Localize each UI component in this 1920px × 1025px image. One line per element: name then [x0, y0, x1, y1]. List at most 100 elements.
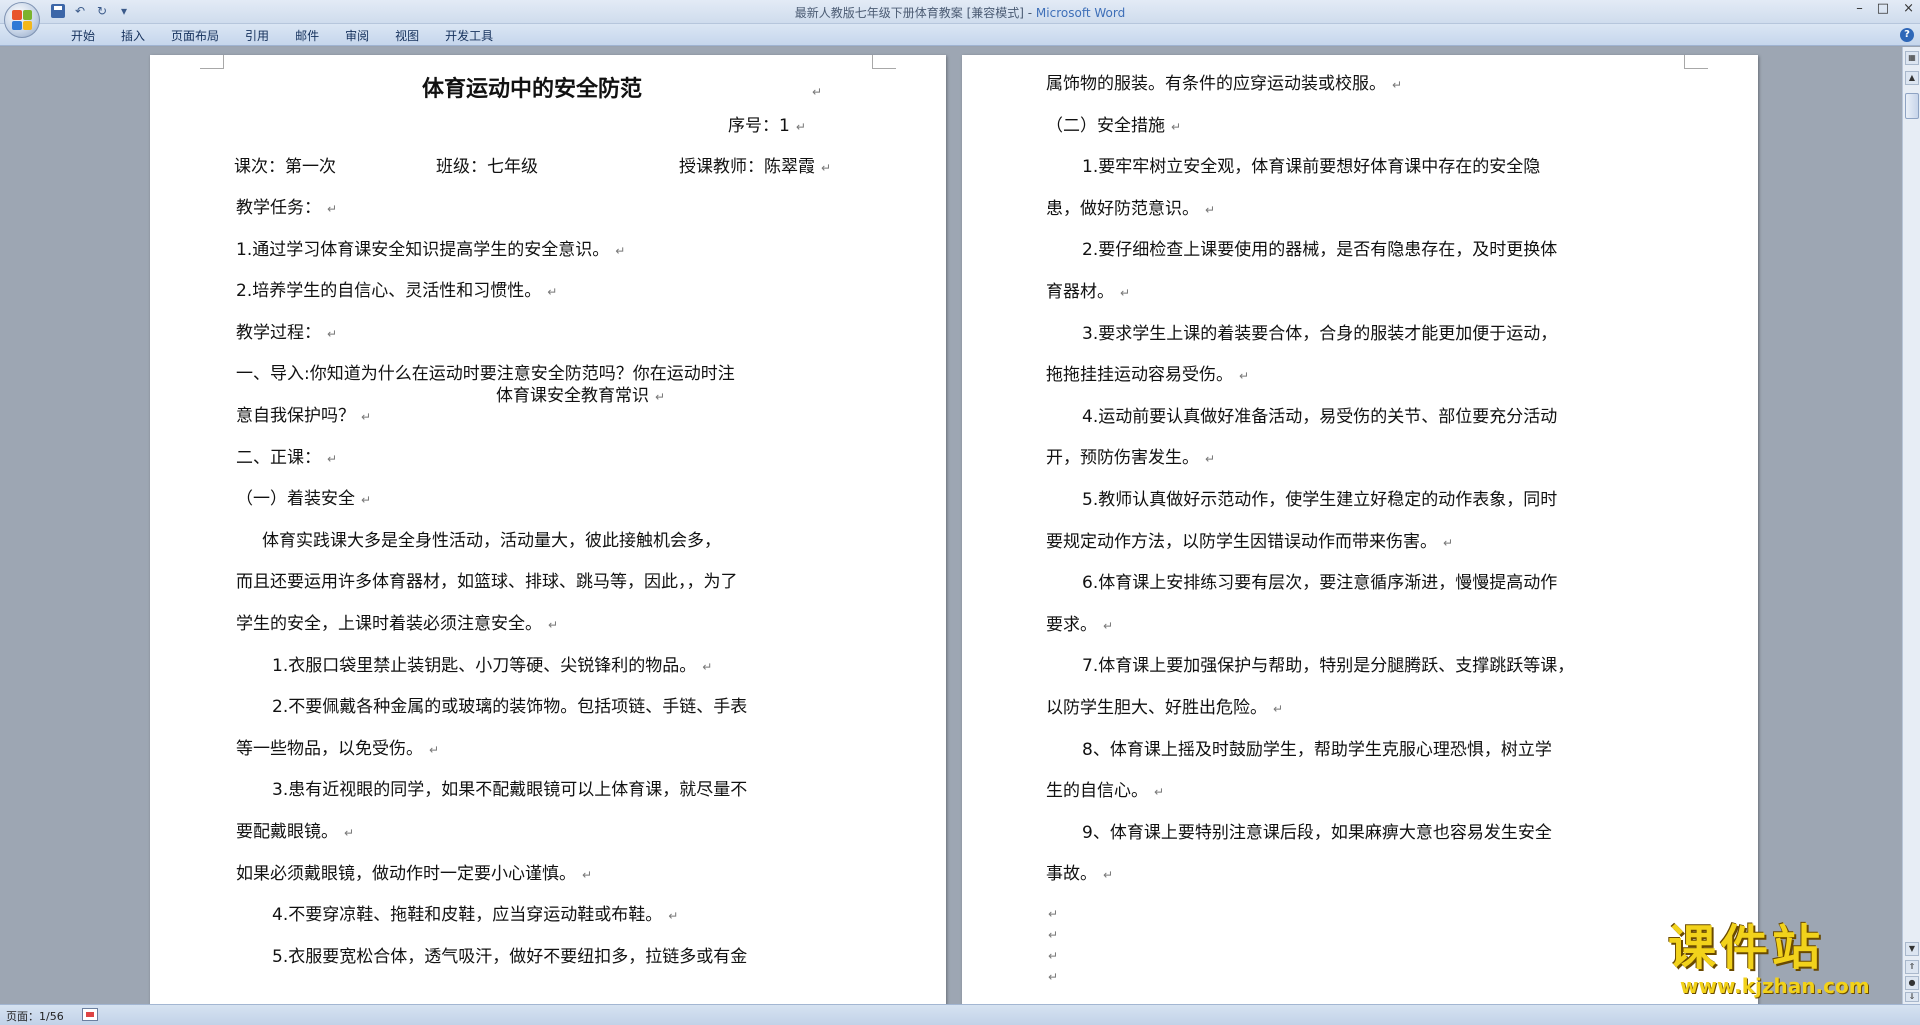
text-line-content: 5.教师认真做好示范动作，使学生建立好稳定的动作表象，同时 — [1082, 490, 1558, 510]
text-line-content: 要规定动作方法，以防学生因错误动作而带来伤害。 — [1046, 531, 1437, 552]
text-line-content: 1.通过学习体育课安全知识提高学生的安全意识。 — [236, 239, 610, 260]
page-right[interactable]: 属饰物的服装。有条件的应穿运动装或校服。 ↵ （二）安全措施 ↵ 1.要牢牢树立安全观，… — [962, 55, 1758, 1004]
ribbon-tab[interactable]: 开发工具 — [432, 27, 506, 44]
text-line-content: 如果必须戴眼镜，做动作时一定要小心谨慎。 — [236, 863, 576, 884]
next-page-icon[interactable]: ⇓ — [1905, 992, 1919, 1002]
paragraph-mark: ↵ — [1392, 78, 1403, 92]
paragraph-mark: ↵ — [615, 243, 626, 258]
vertical-scrollbar[interactable]: ▦ ▲ ▼ ⇑ ● ⇓ — [1902, 47, 1920, 1004]
scrollbar-thumb[interactable] — [1905, 93, 1919, 119]
text-line-content: 3.患有近视眼的同学，如果不配戴眼镜可以上体育课，就尽量不 — [272, 780, 748, 801]
text-line-content: 2.要仔细检查上课要使用的器械，是否有隐患存在，及时更换体 — [1082, 240, 1558, 261]
ribbon-tab[interactable]: 审阅 — [332, 27, 382, 44]
ribbon-tab[interactable]: 视图 — [382, 27, 432, 44]
scroll-up-icon[interactable]: ▲ — [1905, 71, 1919, 85]
page-count[interactable]: 页面：1/56 — [6, 1008, 64, 1024]
text-line-content: 6.体育课上安排练习要有层次，要注意循序渐进，慢慢提高动作 — [1082, 573, 1558, 594]
text-line: 3.要求学生上课的着装要合体，合身的服装才能更加便于运动， — [1082, 314, 1557, 356]
text-line-content: 学生的安全，上课时着装必须注意安全。 — [236, 614, 542, 634]
text-line: 4.运动前要认真做好准备活动，易受伤的关节、部位要充分活动 — [1082, 397, 1557, 439]
text-line: （一）着装安全 ↵ — [236, 479, 371, 522]
paragraph-mark: ↵ — [1048, 928, 1059, 942]
text-line: 如果必须戴眼镜，做动作时一定要小心谨慎。 ↵ — [236, 854, 592, 897]
ribbon-tab[interactable]: 页面布局 — [158, 27, 232, 44]
text-line-content: 患，做好防范意识。 — [1046, 198, 1199, 219]
text-line-content: 以防学生胆大、好胜出危险。 — [1046, 698, 1267, 718]
text-line: 3.患有近视眼的同学，如果不配戴眼镜可以上体育课，就尽量不 — [272, 770, 747, 812]
paragraph-mark: ↵ — [344, 826, 355, 840]
ribbon-tab[interactable]: 引用 — [232, 27, 282, 44]
paragraph-mark: ↵ — [821, 161, 832, 175]
text-line: 属饰物的服装。有条件的应穿运动装或校服。 ↵ — [1046, 64, 1402, 107]
text-line-content: （一）着装安全 — [236, 489, 355, 510]
document-area[interactable]: 体育运动中的安全防范 ↵ 序号：1 ↵ 课次：第一次 班级：七年级 授课教师：陈翠… — [0, 47, 1902, 1004]
text-line: 拖拖挂挂运动容易受伤。 ↵ — [1046, 355, 1249, 398]
text-line: 要配戴眼镜。 ↵ — [236, 812, 354, 855]
window-controls: – □ × — [1856, 1, 1914, 16]
margin-corner — [200, 55, 224, 69]
text-line-content: 8、体育课上摇及时鼓励学生，帮助学生克服心理恐惧，树立学 — [1082, 739, 1552, 760]
text-line-content: 属饰物的服装。有条件的应穿运动装或校服。 — [1046, 74, 1386, 94]
browse-object-icon[interactable]: ● — [1905, 976, 1919, 990]
previous-page-icon[interactable]: ⇑ — [1905, 960, 1919, 974]
paragraph-mark: ↵ — [1048, 970, 1059, 984]
paragraph-mark: ↵ — [668, 909, 679, 924]
paragraph-mark: ↵ — [1048, 907, 1059, 921]
maximize-button[interactable]: □ — [1877, 1, 1889, 16]
paragraph-mark: ↵ — [1103, 618, 1114, 633]
class-info-lesson: 课次：第一次 — [234, 147, 336, 189]
text-line: （二）安全措施 ↵ — [1046, 106, 1181, 149]
text-line-content: 2.不要佩戴各种金属的或玻璃的装饰物。包括项链、手链、手表 — [272, 697, 748, 718]
text-line-content: 拖拖挂挂运动容易受伤。 — [1046, 365, 1233, 386]
text-line: 要规定动作方法，以防学生因错误动作而带来伤害。 ↵ — [1046, 522, 1453, 565]
close-button[interactable]: × — [1903, 1, 1914, 16]
text-line: 事故。 ↵ — [1046, 854, 1113, 897]
paragraph-mark: ↵ — [1205, 202, 1216, 217]
text-line: 2.要仔细检查上课要使用的器械，是否有隐患存在，及时更换体 — [1082, 230, 1557, 272]
serial-number: 序号：1 ↵ — [728, 106, 806, 149]
ribbon-tab[interactable]: 插入 — [108, 27, 158, 44]
text-line: 9、体育课上要特别注意课后段，如果麻痹大意也容易发生安全 — [1082, 813, 1552, 855]
text-line-content: 二、正课： — [236, 447, 321, 468]
text-line-content: 4.运动前要认真做好准备活动，易受伤的关节、部位要充分活动 — [1082, 406, 1558, 427]
ribbon-tab[interactable]: 开始 — [58, 27, 108, 44]
text-line: 1.衣服口袋里禁止装钥匙、小刀等硬、尖锐锋利的物品。 ↵ — [272, 646, 712, 689]
margin-corner — [1684, 55, 1708, 69]
text-line-content: 意自我保护吗？ — [236, 406, 355, 426]
section-subtitle-text: 体育课安全教育常识 — [496, 386, 649, 406]
paragraph-mark: ↵ — [327, 451, 338, 466]
document-title: 最新人教版七年级下册体育教案 [兼容模式] - — [794, 6, 1036, 20]
window-title: 最新人教版七年级下册体育教案 [兼容模式] - Microsoft Word — [0, 4, 1920, 21]
text-line-content: 体育实践课大多是全身性活动，活动量大，彼此接触机会多， — [262, 530, 721, 551]
app-name: Microsoft Word — [1035, 6, 1126, 20]
scroll-down-icon[interactable]: ▼ — [1905, 942, 1919, 956]
text-line: 教学过程： ↵ — [236, 313, 337, 356]
text-line-content: 育器材。 — [1046, 282, 1114, 302]
class-text: 班级：七年级 — [436, 157, 538, 177]
text-line: 教学任务： ↵ — [236, 188, 337, 231]
watermark-name: 课件站 — [1668, 920, 1825, 976]
text-line: 而且还要运用许多体育器材，如篮球、排球、跳马等，因此，，为了 — [236, 562, 738, 604]
status-bar: 页面：1/56 — [0, 1004, 1920, 1025]
text-line-content: 3.要求学生上课的着装要合体，合身的服装才能更加便于运动， — [1082, 323, 1558, 344]
paragraph-mark: ↵ — [1273, 702, 1284, 716]
text-line-content: 9、体育课上要特别注意课后段，如果麻痹大意也容易发生安全 — [1082, 822, 1552, 843]
text-line-content: 等一些物品，以免受伤。 — [236, 738, 423, 759]
help-icon[interactable]: ? — [1900, 28, 1914, 42]
text-line: 5.衣服要宽松合体，透气吸汗，做好不要纽扣多，拉链多或有金 — [272, 937, 747, 979]
text-line-content: 7.体育课上要加强保护与帮助，特别是分腿腾跃、支撑跳跃等课， — [1082, 656, 1575, 677]
office-button[interactable] — [4, 2, 40, 38]
paragraph-mark: ↵ — [1239, 369, 1250, 384]
text-line: 二、正课： ↵ — [236, 438, 337, 481]
ruler-toggle-icon[interactable]: ▦ — [1905, 51, 1919, 65]
paragraph-mark: ↵ — [702, 659, 713, 674]
proofing-icon[interactable] — [82, 1008, 98, 1021]
text-line: 体育实践课大多是全身性活动，活动量大，彼此接触机会多， — [262, 521, 721, 563]
page-left[interactable]: 体育运动中的安全防范 ↵ 序号：1 ↵ 课次：第一次 班级：七年级 授课教师：陈翠… — [150, 55, 946, 1004]
paragraph-mark: ↵ — [1443, 535, 1454, 550]
text-line-content: 教学过程： — [236, 322, 321, 343]
paragraph-mark: ↵ — [1171, 119, 1182, 134]
text-line: 开，预防伤害发生。 ↵ — [1046, 438, 1215, 481]
minimize-button[interactable]: – — [1856, 1, 1863, 16]
ribbon-tab[interactable]: 邮件 — [282, 27, 332, 44]
